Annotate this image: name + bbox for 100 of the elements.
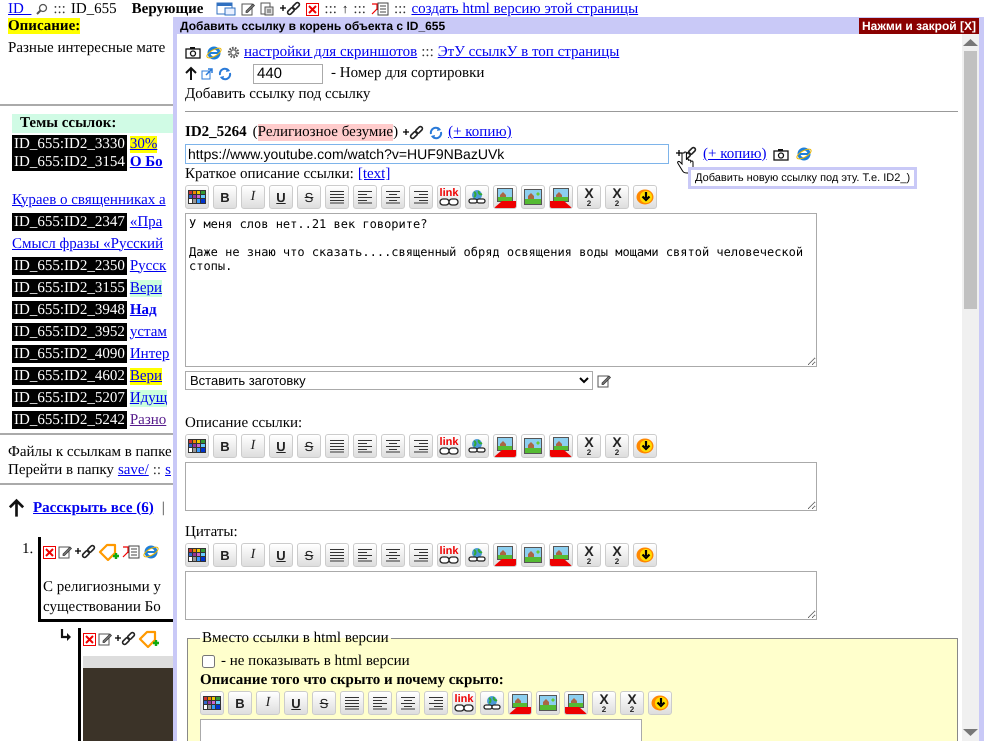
expand-all-link[interactable]: Расскрыть все (6)	[33, 500, 154, 516]
insert-link-button[interactable]: link	[437, 543, 461, 567]
edit-icon[interactable]	[98, 632, 112, 646]
edit-icon[interactable]	[241, 2, 256, 16]
italic-button[interactable]: I	[241, 185, 265, 209]
document-list-icon[interactable]	[122, 545, 140, 559]
sort-number-field[interactable]: 440	[253, 64, 323, 84]
topic-link[interactable]: Вери	[130, 280, 162, 296]
topic-link[interactable]: Русск	[130, 258, 166, 274]
text-link[interactable]: [text]	[358, 165, 390, 183]
add-link-icon[interactable]	[402, 124, 424, 140]
add-link-icon[interactable]	[279, 1, 302, 17]
topic-link[interactable]: Вери	[130, 368, 162, 384]
image-left-button[interactable]	[508, 691, 532, 715]
id-link[interactable]: ID_	[8, 1, 32, 17]
align-right-button[interactable]	[409, 543, 433, 567]
italic-button[interactable]: I	[241, 434, 265, 458]
bold-button[interactable]: B	[213, 543, 237, 567]
delete-icon[interactable]	[83, 632, 96, 646]
justify-button[interactable]	[325, 543, 349, 567]
download-button[interactable]	[633, 543, 657, 567]
topic-link[interactable]: Кураев о священниках а	[12, 192, 166, 208]
delete-icon[interactable]	[306, 2, 320, 16]
add-link-icon[interactable]	[114, 631, 136, 647]
color-button[interactable]	[200, 691, 224, 715]
color-button[interactable]	[185, 185, 209, 209]
save-folder-link[interactable]: save/	[118, 462, 149, 478]
align-left-button[interactable]	[353, 185, 377, 209]
align-right-button[interactable]	[409, 434, 433, 458]
up-arrow-icon[interactable]	[185, 66, 197, 81]
underline-button[interactable]: U	[284, 691, 308, 715]
underline-button[interactable]: U	[269, 434, 293, 458]
topic-link[interactable]: 30%	[130, 136, 158, 152]
insert-link-button[interactable]: link	[452, 691, 476, 715]
browser-icon[interactable]	[142, 544, 160, 560]
color-button[interactable]	[185, 543, 209, 567]
web-link-button[interactable]	[480, 691, 504, 715]
topic-link[interactable]: О Бо	[130, 154, 163, 170]
scrollbar[interactable]	[962, 34, 979, 741]
underline-button[interactable]: U	[269, 543, 293, 567]
align-center-button[interactable]	[396, 691, 420, 715]
settings-icon[interactable]	[227, 46, 240, 59]
browser-icon[interactable]	[794, 146, 812, 162]
browser-icon[interactable]	[205, 44, 223, 60]
align-left-button[interactable]	[368, 691, 392, 715]
color-button[interactable]	[185, 434, 209, 458]
insert-image-button[interactable]	[521, 185, 545, 209]
web-link-button[interactable]	[465, 543, 489, 567]
document-icon[interactable]	[260, 2, 274, 16]
web-link-button[interactable]	[465, 185, 489, 209]
insert-image-button[interactable]	[536, 691, 560, 715]
edit-icon[interactable]	[58, 545, 72, 559]
scroll-thumb[interactable]	[964, 51, 977, 309]
external-link-icon[interactable]	[201, 68, 213, 80]
topic-link[interactable]: Идущ	[130, 390, 168, 406]
justify-button[interactable]	[325, 185, 349, 209]
topic-link[interactable]: Интер	[130, 346, 170, 362]
image-left-button[interactable]	[493, 543, 517, 567]
strikethrough-button[interactable]: S	[312, 691, 336, 715]
image-right-button[interactable]	[549, 185, 573, 209]
insert-link-button[interactable]: link	[437, 434, 461, 458]
download-button[interactable]	[633, 185, 657, 209]
preset-dropdown[interactable]: Вставить заготовку	[185, 371, 593, 390]
image-left-button[interactable]	[493, 185, 517, 209]
strikethrough-button[interactable]: S	[297, 543, 321, 567]
align-center-button[interactable]	[381, 434, 405, 458]
camera-icon[interactable]	[772, 148, 788, 160]
align-center-button[interactable]	[381, 185, 405, 209]
insert-image-button[interactable]	[521, 543, 545, 567]
bold-button[interactable]: B	[213, 185, 237, 209]
screenshot-settings-link[interactable]: настройки для скриншотов	[244, 44, 418, 61]
justify-button[interactable]	[340, 691, 364, 715]
camera-icon[interactable]	[185, 46, 201, 59]
italic-button[interactable]: I	[241, 543, 265, 567]
image-right-button[interactable]	[549, 434, 573, 458]
align-right-button[interactable]	[424, 691, 448, 715]
strikethrough-button[interactable]: S	[297, 434, 321, 458]
delete-icon[interactable]	[43, 546, 56, 558]
close-button[interactable]: Нажми и закрой [X]	[859, 18, 979, 34]
scroll-up-icon[interactable]	[962, 38, 979, 47]
search-icon[interactable]	[36, 3, 48, 15]
up-link[interactable]: ↑	[342, 1, 348, 17]
refresh-icon[interactable]	[428, 126, 444, 140]
download-button[interactable]	[648, 691, 672, 715]
image-left-button[interactable]	[493, 434, 517, 458]
edit-icon[interactable]	[597, 374, 611, 388]
underline-button[interactable]: U	[269, 185, 293, 209]
window-icon[interactable]	[216, 2, 236, 16]
folder-link[interactable]: s	[165, 462, 171, 478]
italic-button[interactable]: I	[256, 691, 280, 715]
justify-button[interactable]	[325, 434, 349, 458]
url-field[interactable]: https://www.youtube.com/watch?v=HUF9NBazUVk	[185, 144, 669, 164]
align-left-button[interactable]	[353, 543, 377, 567]
image-right-button[interactable]	[564, 691, 588, 715]
insert-link-button[interactable]: link	[437, 185, 461, 209]
bold-button[interactable]: B	[213, 434, 237, 458]
topic-link[interactable]: устам	[130, 324, 167, 340]
topic-link[interactable]: «Пра	[130, 214, 162, 230]
download-button[interactable]	[633, 434, 657, 458]
copy-link[interactable]: (+ копию)	[448, 124, 512, 141]
